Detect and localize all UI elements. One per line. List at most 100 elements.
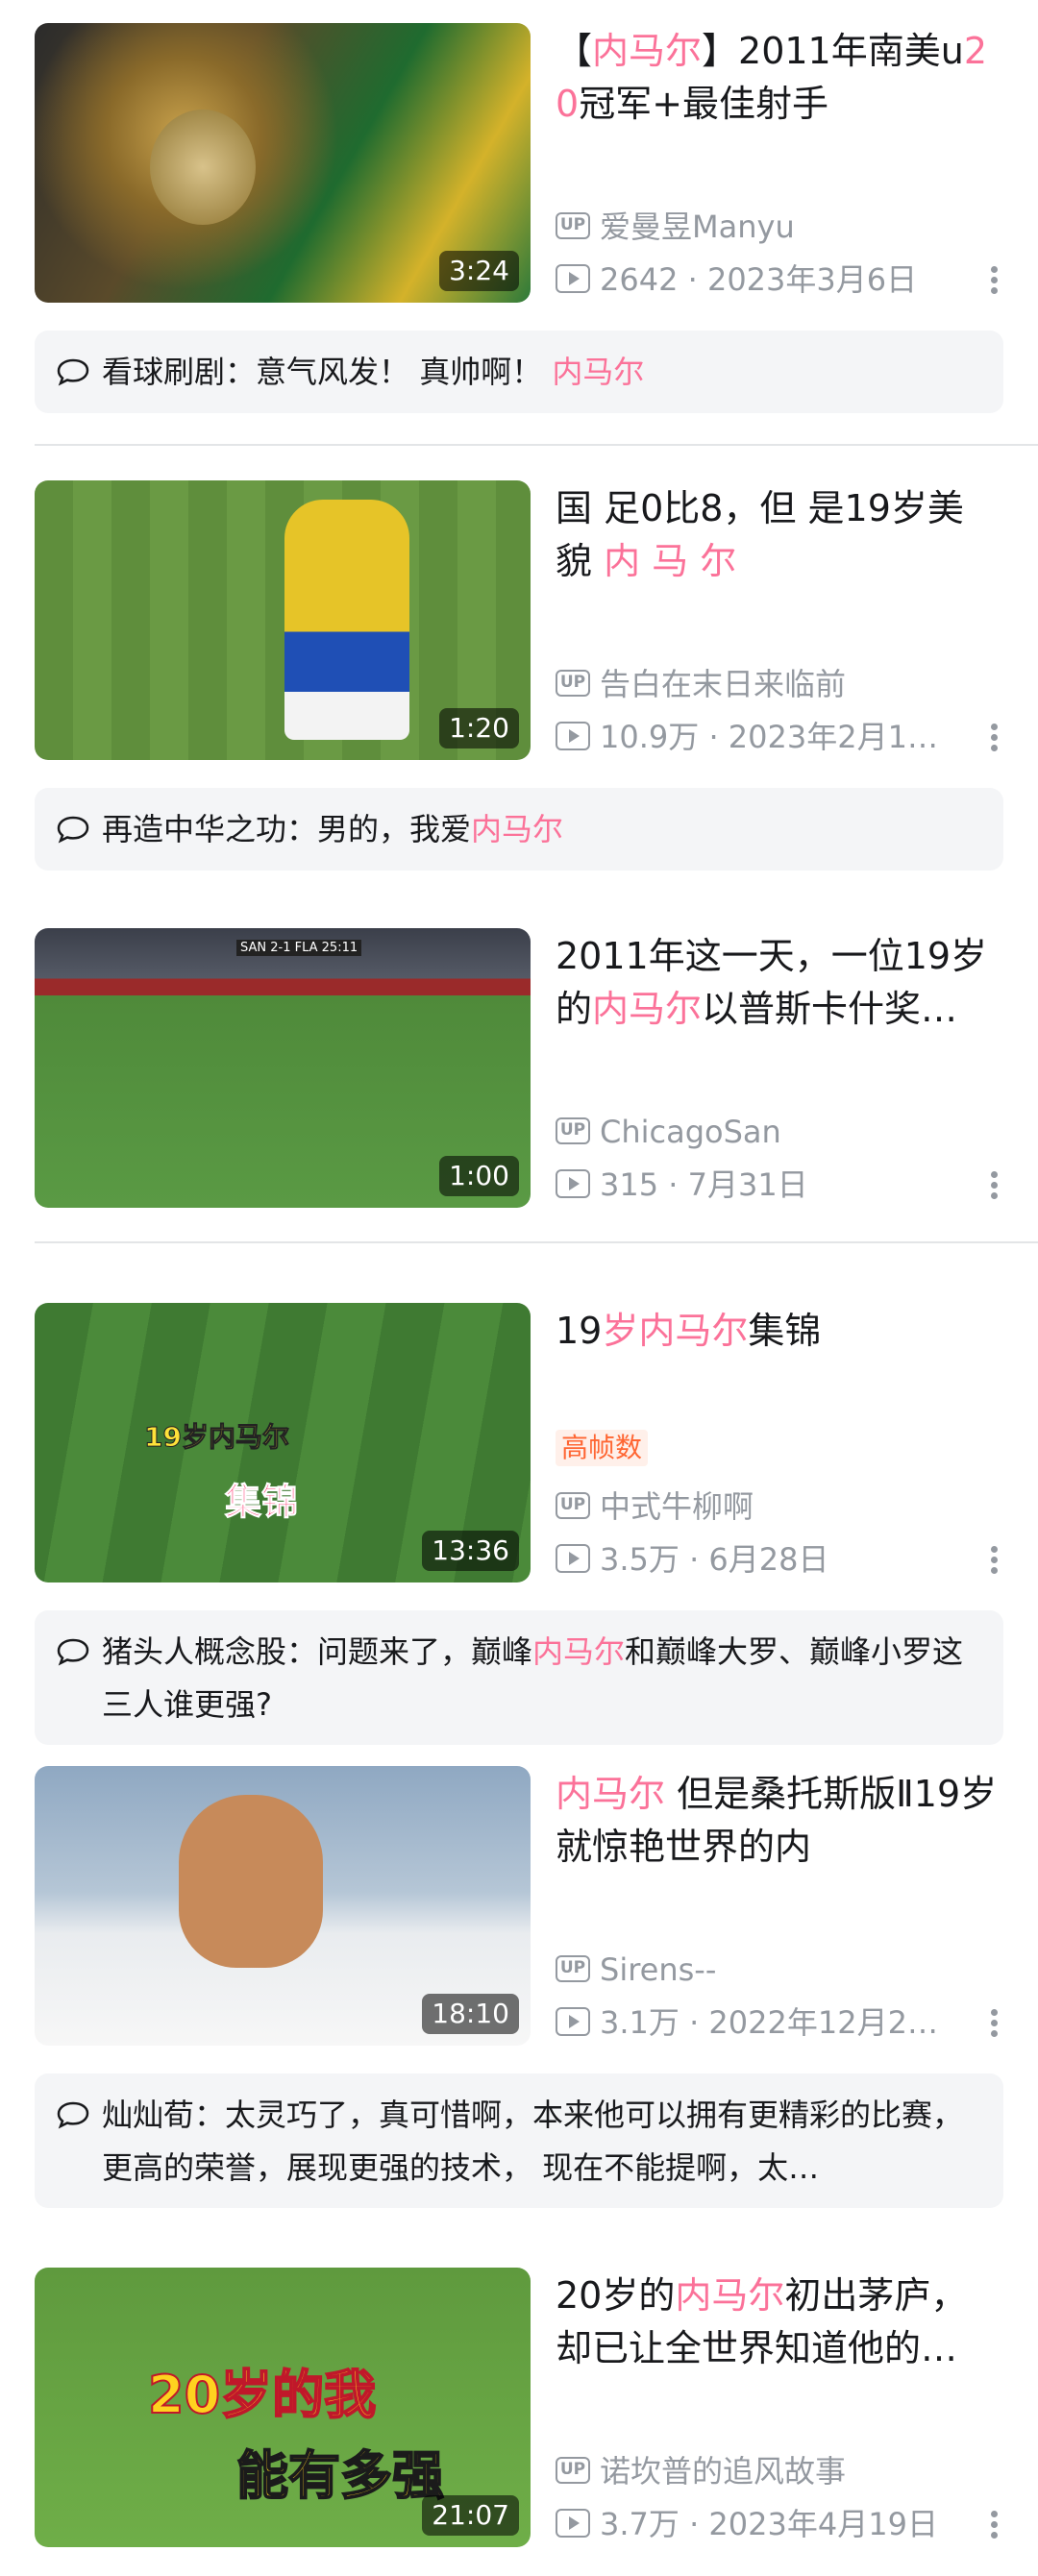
video-thumbnail[interactable]: 19岁内马尔 集锦 13:36 — [35, 1303, 531, 1582]
uploader-name: 中式牛柳啊 — [600, 1488, 754, 1525]
uploader-name: ChicagoSan — [600, 1114, 781, 1150]
up-icon: UP — [556, 2457, 590, 2484]
comment-user: 看球刷剧： — [102, 354, 257, 390]
more-vertical-icon[interactable] — [984, 1168, 1003, 1207]
comment-bubble-icon — [57, 816, 89, 844]
uploader-row[interactable]: UP 告白在末日来临前 — [556, 665, 1003, 703]
video-thumbnail[interactable]: 20岁的我 能有多强 21:07 — [35, 2268, 531, 2547]
video-thumbnail[interactable]: 18:10 — [35, 1766, 531, 2046]
video-duration: 3:24 — [439, 251, 519, 291]
video-title[interactable]: 19岁内马尔集锦 — [556, 1305, 1003, 1358]
publish-date: 2022年12月2… — [708, 2004, 938, 2041]
comment-user: 灿灿荀： — [102, 2097, 226, 2133]
thumbnail-caption: 能有多强 — [235, 2444, 445, 2507]
video-duration: 13:36 — [422, 1531, 519, 1571]
video-card[interactable]: 18:10 内马尔 但是桑托斯版Ⅱ19岁就惊艳世界的内 UP Sirens-- 3… — [35, 1766, 1003, 2046]
uploader-row[interactable]: UP Sirens-- — [556, 1950, 1003, 1989]
play-count-icon — [556, 722, 590, 750]
stats-row: 315 · 7月31日 — [556, 1165, 1003, 1204]
video-title[interactable]: 2011年这一天，一位19岁的内马尔以普斯卡什奖… — [556, 930, 1003, 1036]
video-thumbnail[interactable]: SAN 2-1 FLA 25:11 1:00 — [35, 928, 531, 1208]
more-vertical-icon[interactable] — [984, 721, 1003, 759]
comment-highlight: 内马尔 — [471, 811, 564, 847]
hot-comment[interactable]: 猪头人概念股：问题来了，巅峰内马尔和巅峰大罗、巅峰小罗这三人谁更强? — [35, 1610, 1003, 1745]
comment-highlight: 内马尔 — [552, 354, 645, 390]
trophy-image — [150, 110, 256, 225]
comment-text: 男的，我爱 — [317, 811, 472, 847]
publish-date: 2023年2月1… — [728, 719, 938, 755]
play-count-icon — [556, 1169, 590, 1198]
publish-date: 6月28日 — [708, 1541, 829, 1578]
publish-date: 7月31日 — [687, 1166, 808, 1203]
player-image — [179, 1795, 323, 1968]
more-vertical-icon[interactable] — [984, 1543, 1003, 1582]
video-duration: 1:20 — [439, 708, 519, 748]
uploader-row[interactable]: UP 爱曼昱Manyu — [556, 208, 1003, 246]
video-title[interactable]: 内马尔 但是桑托斯版Ⅱ19岁就惊艳世界的内 — [556, 1768, 1003, 1874]
thumbnail-caption: 19岁内马尔 — [144, 1421, 290, 1454]
thumbnail-caption: 集锦 — [224, 1481, 299, 1524]
view-count: 3.5万 — [600, 1541, 680, 1578]
play-count-icon — [556, 2509, 590, 2538]
comment-user: 猪头人概念股： — [102, 1633, 318, 1670]
stats-row: 10.9万 · 2023年2月1… — [556, 718, 1003, 756]
video-thumbnail[interactable]: 1:20 — [35, 480, 531, 760]
video-card[interactable]: 20岁的我 能有多强 21:07 20岁的内马尔初出茅庐，却已让全世界知道他的…… — [35, 2268, 1003, 2547]
stats-row: 3.7万 · 2023年4月19日 — [556, 2505, 1003, 2543]
hot-comment[interactable]: 看球刷剧：意气风发！ 真帅啊！ 内马尔 — [35, 331, 1003, 413]
view-count: 3.7万 — [600, 2506, 680, 2542]
uploader-name: 爱曼昱Manyu — [600, 209, 795, 245]
uploader-row[interactable]: UP ChicagoSan — [556, 1113, 1003, 1151]
comment-text: 问题来了，巅峰 — [317, 1633, 533, 1670]
divider — [35, 1241, 1038, 1243]
play-count-icon — [556, 1544, 590, 1573]
video-card[interactable]: 19岁内马尔 集锦 13:36 19岁内马尔集锦 高帧数 UP 中式牛柳啊 3.5… — [35, 1303, 1003, 1582]
quality-tag: 高帧数 — [556, 1430, 649, 1466]
video-card[interactable]: 3:24 【内马尔】2011年南美u20冠军+最佳射手 UP 爱曼昱Manyu 2… — [35, 23, 1003, 303]
video-thumbnail[interactable]: 3:24 — [35, 23, 531, 303]
video-title[interactable]: 【内马尔】2011年南美u20冠军+最佳射手 — [556, 25, 1003, 131]
hot-comment[interactable]: 灿灿荀：太灵巧了，真可惜啊，本来他可以拥有更精彩的比赛，更高的荣誉，展现更强的技… — [35, 2073, 1003, 2208]
up-icon: UP — [556, 1955, 590, 1982]
stats-row: 3.5万 · 6月28日 — [556, 1540, 1003, 1579]
comment-user: 再造中华之功： — [102, 811, 318, 847]
uploader-name: 告白在末日来临前 — [600, 666, 847, 702]
video-title[interactable]: 20岁的内马尔初出茅庐，却已让全世界知道他的… — [556, 2269, 1003, 2375]
player-image — [284, 500, 409, 740]
comment-bubble-icon — [57, 1638, 89, 1666]
uploader-row[interactable]: UP 诺坎普的追风故事 — [556, 2452, 1003, 2490]
divider — [35, 444, 1038, 446]
view-count: 10.9万 — [600, 719, 700, 755]
stats-row: 3.1万 · 2022年12月2… — [556, 2003, 1003, 2042]
more-vertical-icon[interactable] — [984, 2508, 1003, 2546]
thumbnail-caption: 20岁的我 — [147, 2364, 377, 2426]
comment-text: 意气风发！ 真帅啊！ — [256, 354, 553, 390]
video-duration: 18:10 — [422, 1994, 519, 2034]
video-title[interactable]: 国 足0比8，但 是19岁美 貌 内 马 尔 — [556, 482, 1003, 588]
up-icon: UP — [556, 1117, 590, 1144]
stats-row: 2642 · 2023年3月6日 — [556, 260, 1003, 299]
uploader-name: 诺坎普的追风故事 — [600, 2453, 847, 2490]
publish-date: 2023年4月19日 — [708, 2506, 938, 2542]
uploader-row[interactable]: UP 中式牛柳啊 — [556, 1487, 1003, 1526]
publish-date: 2023年3月6日 — [706, 261, 918, 298]
up-icon: UP — [556, 212, 590, 239]
comment-highlight: 内马尔 — [532, 1633, 626, 1670]
more-vertical-icon[interactable] — [984, 263, 1003, 302]
view-count: 315 — [600, 1166, 659, 1203]
comment-bubble-icon — [57, 2101, 89, 2129]
video-card[interactable]: SAN 2-1 FLA 25:11 1:00 2011年这一天，一位19岁的内马… — [35, 928, 1003, 1208]
comment-text: 太灵巧了，真可惜啊，本来他可以拥有更精彩的比赛，更高的荣誉，展现更强的技术， 现… — [102, 2097, 964, 2186]
uploader-name: Sirens-- — [600, 1951, 717, 1988]
up-icon: UP — [556, 1492, 590, 1519]
play-count-icon — [556, 264, 590, 293]
scoreboard: SAN 2-1 FLA 25:11 — [236, 940, 362, 956]
view-count: 3.1万 — [600, 2004, 680, 2041]
more-vertical-icon[interactable] — [984, 2006, 1003, 2045]
video-card[interactable]: 1:20 国 足0比8，但 是19岁美 貌 内 马 尔 UP 告白在末日来临前 1… — [35, 480, 1003, 760]
view-count: 2642 — [600, 261, 679, 298]
hot-comment[interactable]: 再造中华之功：男的，我爱内马尔 — [35, 788, 1003, 871]
up-icon: UP — [556, 670, 590, 697]
video-duration: 1:00 — [439, 1156, 519, 1196]
play-count-icon — [556, 2007, 590, 2036]
